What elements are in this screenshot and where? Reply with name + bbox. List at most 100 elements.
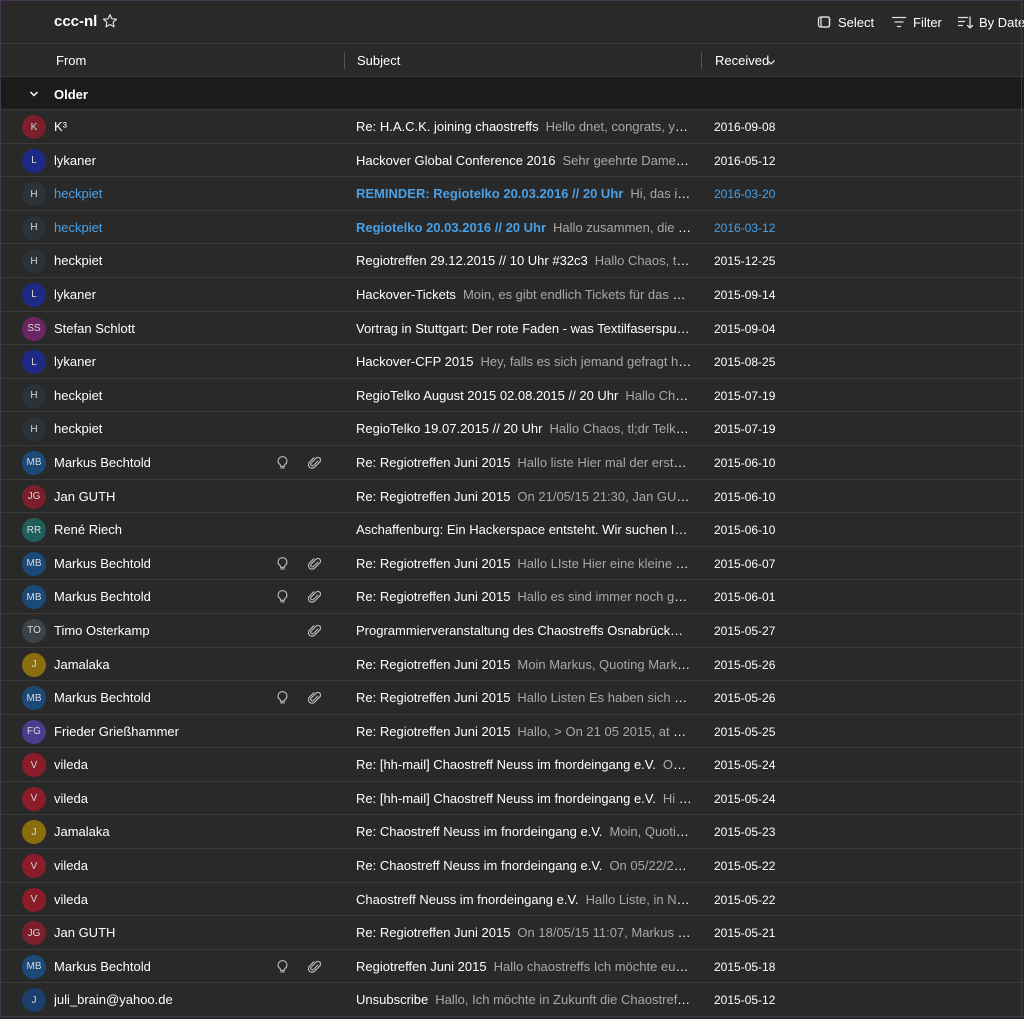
message-row[interactable]: FG Frieder Grießhammer Re: Regiotreffen Ju… (0, 715, 1024, 749)
lightbulb-icon (275, 556, 290, 571)
message-subject-line: RegioTelko August 2015 02.08.2015 // 20 … (356, 388, 692, 403)
avatar: V (22, 786, 46, 811)
avatar: V (22, 753, 46, 778)
message-row[interactable]: MB Markus Bechtold Re: Regiotreffen Juni 2… (0, 681, 1024, 715)
preview-text: Hallo LIste Hier eine kleine Eri… (517, 555, 692, 571)
subject-text: REMINDER: Regiotelko 20.03.2016 // 20 Uh… (356, 186, 624, 202)
sort-button[interactable]: By Date (957, 14, 1024, 30)
message-subject-line: Regiotreffen Juni 2015 Hallo chaostreffs … (356, 959, 692, 974)
sender-name: vileda (54, 790, 88, 806)
select-button[interactable]: Select (816, 14, 874, 30)
sender-name: lykaner (54, 152, 96, 168)
preview-text: Moin Markus, Quoting Markus… (517, 656, 692, 672)
column-received[interactable]: Received (715, 53, 769, 68)
sender-name: Jamalaka (54, 824, 110, 840)
column-from[interactable]: From (56, 53, 86, 68)
message-subject-line: Re: Chaostreff Neuss im fnordeingang e.V… (356, 824, 692, 839)
preview-text: Hallo chaostreffs Ich möchte euch… (493, 958, 692, 974)
select-icon (817, 16, 831, 28)
attachment-icon (307, 959, 322, 974)
received-date: 2015-07-19 (714, 422, 776, 437)
subject-text: RegioTelko August 2015 02.08.2015 // 20 … (356, 387, 619, 403)
message-row[interactable]: J Jamalaka Re: Chaostreff Neuss im fnordei… (0, 815, 1024, 850)
folder-title: ccc-nl (54, 13, 98, 30)
group-label: Older (54, 87, 88, 102)
message-subject-line: Re: Regiotreffen Juni 2015 On 21/05/15 21… (356, 489, 692, 504)
message-row[interactable]: K K³ Re: H.A.C.K. joining chaostreffs Hello… (0, 110, 1024, 144)
subject-text: Re: Regiotreffen Juni 2015 (356, 723, 511, 739)
received-date: 2015-05-26 (714, 691, 776, 706)
received-date: 2015-05-25 (714, 724, 776, 739)
subject-text: Re: Regiotreffen Juni 2015 (356, 690, 511, 706)
message-row[interactable]: Llykaner Hackover Global Conference 2016 S… (0, 144, 1024, 178)
received-date: 2016-03-12 (714, 220, 776, 235)
chevron-down-icon[interactable] (29, 89, 39, 99)
avatar: J (22, 988, 46, 1013)
message-subject-line: Aschaffenburg: Ein Hackerspace entsteht.… (356, 522, 692, 537)
message-row[interactable]: J Jamalaka Re: Regiotreffen Juni 2015 Moin … (0, 648, 1024, 682)
message-subject-line: Regiotelko 20.03.2016 // 20 Uhr Hallo zus… (356, 220, 692, 235)
message-row[interactable]: SS Stefan Schlott Vortrag in Stuttgart: De… (0, 312, 1024, 346)
message-row[interactable]: Hheckpiet Regiotelko 20.03.2016 // 20 Uhr… (0, 211, 1024, 245)
message-row[interactable]: TO Timo Osterkamp Programmierveranstaltung… (0, 614, 1024, 648)
column-subject[interactable]: Subject (357, 53, 400, 68)
subject-text: Vortrag in Stuttgart: Der rote Faden - w… (356, 320, 692, 336)
avatar: JG (22, 484, 46, 509)
preview-text: Moin, es gibt endlich Tickets für das Ha… (462, 286, 692, 302)
message-row[interactable]: MB Markus Bechtold Re: Regiotreffen Juni 2… (0, 580, 1024, 614)
received-date: 2015-06-10 (714, 489, 776, 504)
message-row[interactable]: Hheckpiet Regiotreffen 29.12.2015 // 10 U… (0, 244, 1024, 278)
star-icon[interactable] (101, 12, 119, 30)
preview-text: Hallo liste Hier mal der erste Z… (517, 454, 692, 470)
subject-text: Re: [hh-mail] Chaostreff Neuss im fnorde… (356, 790, 656, 806)
avatar: SS (22, 316, 46, 341)
message-subject-line: Vortrag in Stuttgart: Der rote Faden - w… (356, 321, 692, 336)
message-row[interactable]: Vvileda Chaostreff Neuss im fnordeingang … (0, 883, 1024, 917)
lightbulb-icon (275, 589, 290, 604)
message-subject-line: Re: Regiotreffen Juni 2015 Hallo, > On 21… (356, 724, 692, 739)
preview-text: Hallo, Ich möchte in Zukunft die Chaostr… (435, 992, 692, 1008)
message-subject-line: Re: [hh-mail] Chaostreff Neuss im fnorde… (356, 757, 692, 772)
message-subject-line: Re: Regiotreffen Juni 2015 Hallo es sind … (356, 589, 692, 604)
subject-text: Regiotelko 20.03.2016 // 20 Uhr (356, 219, 547, 235)
message-row[interactable]: Vvileda Re: Chaostreff Neuss im fnordeing… (0, 849, 1024, 883)
message-row[interactable]: Hheckpiet REMINDER: Regiotelko 20.03.2016… (0, 177, 1024, 211)
message-row[interactable]: RR René Riech Aschaffenburg: Ein Hackerspa… (0, 513, 1024, 547)
subject-text: Regiotreffen 29.12.2015 // 10 Uhr #32c3 (356, 253, 588, 269)
avatar: JG (22, 921, 46, 946)
message-row[interactable]: MB Markus Bechtold Regiotreffen Juni 2015 H… (0, 950, 1024, 984)
message-row[interactable]: Jjuli_brain@yahoo.de Unsubscribe Hallo, Ic… (0, 983, 1024, 1018)
sender-name: Markus Bechtold (54, 958, 151, 974)
message-row[interactable]: JG Jan GUTH Re: Regiotreffen Juni 2015 On 1… (0, 916, 1024, 950)
message-row[interactable]: JG Jan GUTH Re: Regiotreffen Juni 2015 On 2… (0, 480, 1024, 514)
subject-text: Re: Regiotreffen Juni 2015 (356, 454, 511, 470)
message-row[interactable]: Hheckpiet RegioTelko 19.07.2015 // 20 Uhr… (0, 412, 1024, 446)
message-row[interactable]: MB Markus Bechtold Re: Regiotreffen Juni 2… (0, 446, 1024, 480)
message-subject-line: Chaostreff Neuss im fnordeingang e.V. Hal… (356, 892, 692, 907)
message-row[interactable]: Llykaner Hackover-Tickets Moin, es gibt en… (0, 278, 1024, 312)
avatar: FG (22, 719, 46, 744)
message-row[interactable]: Vvileda Re: [hh-mail] Chaostreff Neuss im… (0, 748, 1024, 782)
message-row[interactable]: Llykaner Hackover-CFP 2015 Hey, falls es s… (0, 345, 1024, 379)
preview-text: Hi V… (662, 790, 692, 806)
group-header-older[interactable]: Older (0, 77, 1024, 110)
subject-text: Unsubscribe (356, 992, 429, 1008)
subject-text: Re: Regiotreffen Juni 2015 (356, 555, 511, 571)
received-date: 2015-05-21 (714, 926, 776, 941)
attachment-icon (307, 556, 322, 571)
attachment-icon (307, 589, 322, 604)
message-row[interactable]: Vvileda Re: [hh-mail] Chaostreff Neuss im… (0, 782, 1024, 816)
column-divider[interactable] (701, 52, 702, 69)
avatar: V (22, 887, 46, 912)
sender-name: René Riech (54, 522, 122, 538)
filter-button[interactable]: Filter (891, 14, 942, 30)
message-subject-line: Re: Regiotreffen Juni 2015 Hallo Listen E… (356, 690, 692, 705)
message-row[interactable]: Hheckpiet RegioTelko August 2015 02.08.20… (0, 379, 1024, 413)
received-date: 2015-06-10 (714, 523, 776, 538)
avatar: H (22, 215, 46, 240)
message-row[interactable]: MB Markus Bechtold Re: Regiotreffen Juni 2… (0, 547, 1024, 581)
sender-name: Frieder Grießhammer (54, 723, 179, 739)
subject-text: Re: Chaostreff Neuss im fnordeingang e.V… (356, 824, 603, 840)
column-divider[interactable] (344, 52, 345, 69)
message-subject-line: Re: Regiotreffen Juni 2015 Moin Markus, Q… (356, 657, 692, 672)
